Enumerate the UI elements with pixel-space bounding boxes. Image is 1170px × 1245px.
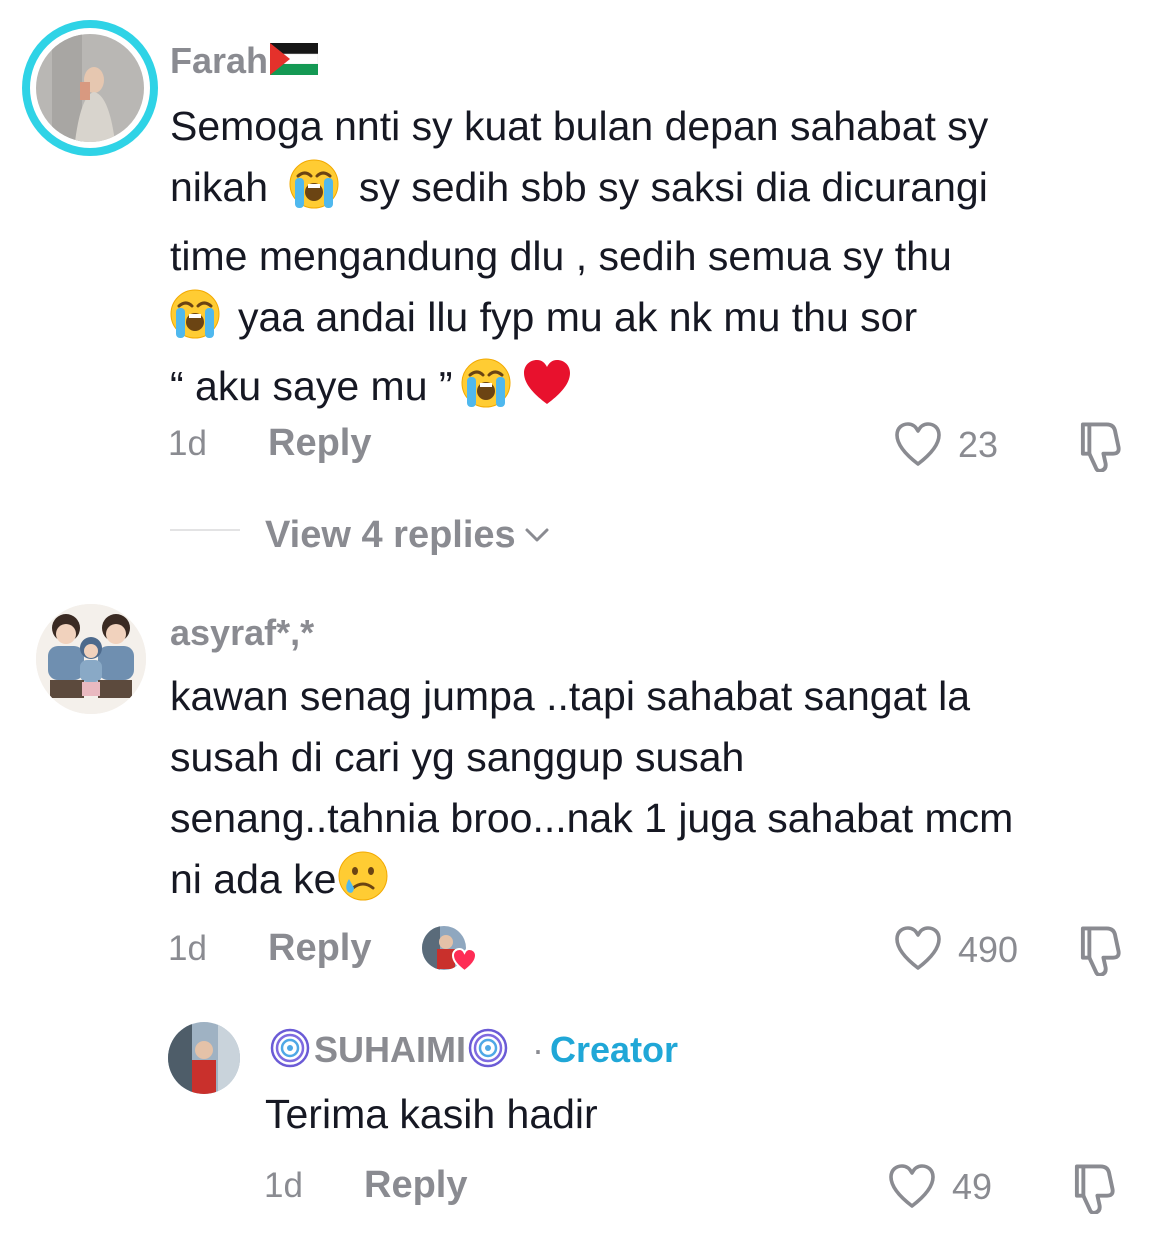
- chevron-down-icon: [524, 510, 550, 553]
- thumbs-down-icon: [1070, 926, 1126, 980]
- comment-age: 1d: [264, 1166, 303, 1205]
- avatar-suhaimi[interactable]: [168, 1022, 240, 1094]
- comment-line: susah di cari yg sanggup susah: [170, 734, 745, 780]
- dislike-button[interactable]: [1064, 1160, 1120, 1219]
- like-count: 23: [958, 424, 999, 465]
- loudly-crying-face-icon: [288, 158, 340, 226]
- comment-line: nikah sy sedih sbb sy saksi dia dicurang…: [170, 157, 988, 226]
- reply-button[interactable]: Reply: [268, 927, 371, 970]
- avatar-farah[interactable]: [22, 20, 158, 156]
- thumbs-down-icon: [1070, 422, 1126, 476]
- thumbs-down-icon: [1064, 1164, 1120, 1218]
- creator-liked-heart-icon: [451, 947, 478, 973]
- loudly-crying-face-icon: [460, 357, 512, 425]
- comment-age: 1d: [168, 424, 207, 463]
- like-button[interactable]: [892, 420, 944, 475]
- comment-line: senang..tahnia broo...nak 1 juga sahabat…: [170, 795, 1014, 841]
- dislike-button[interactable]: [1070, 922, 1126, 981]
- heart-outline-icon: [892, 926, 944, 978]
- reply-text: Terima kasih hadir: [265, 1091, 598, 1137]
- flag-palestine-icon: [269, 42, 319, 84]
- username-farah[interactable]: Farah: [170, 40, 319, 84]
- fingerprint-icon: [270, 1028, 310, 1077]
- like-button[interactable]: [892, 924, 944, 979]
- heart-outline-icon: [892, 422, 944, 474]
- comment-age: 1d: [168, 929, 207, 968]
- fingerprint-icon: [468, 1028, 508, 1077]
- comment-text-asyraf: kawan senag jumpa ..tapi sahabat sangat …: [170, 666, 1013, 918]
- comment-line: ni ada ke: [170, 849, 1013, 918]
- view-replies-button[interactable]: View 4 replies: [265, 510, 550, 557]
- username-suhaimi[interactable]: SUHAIMI · Creator: [270, 1028, 678, 1077]
- loudly-crying-face-icon: [169, 288, 221, 356]
- like-button[interactable]: [886, 1162, 938, 1217]
- comment-line: yaa andai llu fyp mu ak nk mu thu sor: [169, 287, 988, 356]
- username-asyraf[interactable]: asyraf*,*: [170, 612, 314, 654]
- dislike-button[interactable]: [1070, 418, 1126, 477]
- like-count: 49: [952, 1166, 993, 1207]
- heart-outline-icon: [886, 1164, 938, 1216]
- reply-button[interactable]: Reply: [268, 422, 371, 465]
- comment-line: Semoga nnti sy kuat bulan depan sahabat …: [170, 103, 989, 149]
- red-heart-icon: [521, 358, 573, 425]
- avatar-asyraf[interactable]: [36, 604, 146, 714]
- creator-badge: Creator: [550, 1029, 679, 1070]
- crying-face-icon: [337, 850, 389, 918]
- separator-dot: ·: [532, 1029, 545, 1070]
- comment-line: “ aku saye mu ”: [170, 356, 988, 425]
- view-replies-divider: [170, 529, 240, 531]
- comment-line: time mengandung dlu , sedih semua sy thu: [170, 233, 952, 279]
- comment-text-farah: Semoga nnti sy kuat bulan depan sahabat …: [169, 96, 989, 425]
- reply-button[interactable]: Reply: [364, 1164, 467, 1207]
- like-count: 490: [958, 929, 1019, 970]
- comment-line: kawan senag jumpa ..tapi sahabat sangat …: [170, 673, 971, 719]
- creator-liked-badge: [420, 924, 480, 976]
